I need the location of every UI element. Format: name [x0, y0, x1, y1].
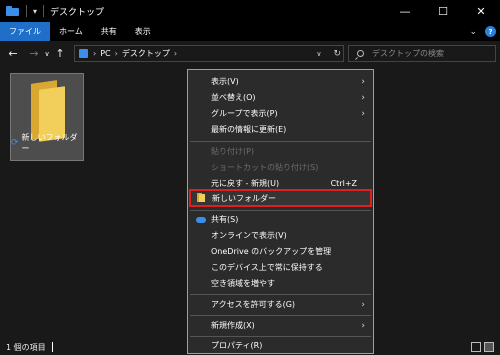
- forward-button[interactable]: →: [26, 47, 42, 60]
- breadcrumb-chevron-icon[interactable]: ›: [115, 49, 118, 58]
- menu-separator: [190, 336, 371, 337]
- menu-label: オンラインで表示(V): [211, 231, 287, 240]
- menu-separator: [190, 141, 371, 142]
- ribbon-expand-chevron-down-icon[interactable]: ⌄: [469, 27, 477, 37]
- menu-label: ショートカットの貼り付け(S): [211, 163, 319, 172]
- title-separator: [26, 5, 27, 17]
- menu-item-refresh[interactable]: 最新の情報に更新(E): [188, 122, 373, 137]
- menu-item-new-folder[interactable]: 新しいフォルダー: [189, 189, 372, 207]
- breadcrumb-pc[interactable]: PC: [100, 49, 110, 58]
- menu-label: アクセスを許可する(G): [211, 300, 296, 309]
- menu-label: プロパティ(R): [211, 341, 263, 350]
- menu-label: 新規作成(X): [211, 321, 255, 330]
- onedrive-cloud-icon: [196, 215, 206, 223]
- tab-view[interactable]: 表示: [126, 22, 160, 41]
- submenu-arrow-icon: ›: [361, 299, 365, 310]
- menu-item-view-online[interactable]: オンラインで表示(V): [188, 228, 373, 243]
- menu-separator: [190, 294, 371, 295]
- ribbon-tabs: ファイル ホーム 共有 表示 ⌄ ?: [0, 22, 500, 41]
- search-placeholder: デスクトップの検索: [372, 49, 444, 58]
- menu-label: このデバイス上で常に保持する: [211, 263, 323, 272]
- menu-label: グループで表示(P): [211, 109, 278, 118]
- submenu-arrow-icon: ›: [361, 92, 365, 103]
- menu-label: OneDrive のバックアップを管理: [211, 247, 332, 256]
- explorer-icon[interactable]: [0, 0, 19, 22]
- recent-locations-button[interactable]: ∨: [42, 50, 52, 58]
- menu-item-new[interactable]: 新規作成(X) ›: [188, 318, 373, 333]
- sync-status-icon: ⟳: [11, 138, 19, 148]
- navigation-bar: ← → ∨ ↑ › PC › デスクトップ › ∨ ↻ デスクトップの検索: [0, 41, 500, 66]
- submenu-arrow-icon: ›: [361, 108, 365, 119]
- menu-item-give-access[interactable]: アクセスを許可する(G) ›: [188, 297, 373, 312]
- up-button[interactable]: ↑: [52, 47, 68, 60]
- large-icons-view-icon[interactable]: [484, 342, 494, 352]
- menu-shortcut: Ctrl+Z: [330, 179, 357, 188]
- file-name: 新しいフォルダー: [21, 133, 78, 153]
- minimize-button[interactable]: —: [386, 0, 424, 22]
- window-title: デスクトップ: [50, 7, 105, 18]
- help-icon[interactable]: ?: [485, 26, 496, 37]
- menu-label: 貼り付け(P): [211, 147, 255, 156]
- folder-icon: [25, 80, 69, 142]
- item-count: 1 個の項目: [6, 342, 46, 352]
- close-button[interactable]: ✕: [462, 0, 500, 22]
- menu-label: 元に戻す - 新規(U): [211, 179, 280, 188]
- maximize-button[interactable]: ☐: [424, 0, 462, 22]
- menu-label: 空き領域を増やす: [211, 279, 275, 288]
- submenu-arrow-icon: ›: [361, 320, 365, 331]
- quick-access-dropdown-icon[interactable]: ▾: [33, 7, 37, 16]
- address-dropdown-button[interactable]: ∨: [316, 50, 321, 58]
- submenu-arrow-icon: ›: [361, 76, 365, 87]
- tab-home[interactable]: ホーム: [50, 22, 92, 41]
- menu-item-view[interactable]: 表示(V) ›: [188, 74, 373, 89]
- menu-item-paste: 貼り付け(P): [188, 144, 373, 159]
- menu-item-manage-onedrive-backup[interactable]: OneDrive のバックアップを管理: [188, 244, 373, 259]
- menu-item-free-up-space[interactable]: 空き領域を増やす: [188, 276, 373, 291]
- search-icon: [357, 50, 364, 57]
- address-bar[interactable]: › PC › デスクトップ › ∨ ↻: [74, 45, 344, 62]
- menu-item-share[interactable]: 共有(S): [188, 212, 373, 227]
- title-bar: ▾ デスクトップ — ☐ ✕: [0, 0, 500, 22]
- title-separator-2: [43, 5, 45, 17]
- menu-label: 表示(V): [211, 77, 239, 86]
- menu-separator: [190, 210, 371, 211]
- pc-icon: [79, 49, 88, 58]
- menu-label: 最新の情報に更新(E): [211, 125, 287, 134]
- menu-separator: [190, 315, 371, 316]
- details-view-icon[interactable]: [471, 342, 481, 352]
- menu-item-group[interactable]: グループで表示(P) ›: [188, 106, 373, 121]
- file-item-new-folder[interactable]: ⟳ 新しいフォルダー: [10, 73, 84, 161]
- status-separator: [51, 342, 53, 352]
- menu-item-always-keep[interactable]: このデバイス上で常に保持する: [188, 260, 373, 275]
- folder-icon: [197, 193, 206, 202]
- breadcrumb-desktop[interactable]: デスクトップ: [122, 48, 170, 59]
- search-box[interactable]: デスクトップの検索: [348, 45, 496, 62]
- breadcrumb-chevron-icon[interactable]: ›: [93, 49, 96, 58]
- tab-share[interactable]: 共有: [92, 22, 126, 41]
- menu-item-paste-shortcut: ショートカットの貼り付け(S): [188, 160, 373, 175]
- menu-label: 並べ替え(O): [211, 93, 256, 102]
- refresh-button[interactable]: ↻: [333, 49, 341, 59]
- menu-item-sort[interactable]: 並べ替え(O) ›: [188, 90, 373, 105]
- context-menu: 表示(V) › 並べ替え(O) › グループで表示(P) › 最新の情報に更新(…: [187, 69, 374, 354]
- menu-label: 共有(S): [211, 215, 239, 224]
- breadcrumb-chevron-icon[interactable]: ›: [174, 49, 177, 58]
- menu-item-properties[interactable]: プロパティ(R): [188, 338, 373, 353]
- tab-file[interactable]: ファイル: [0, 22, 50, 41]
- back-button[interactable]: ←: [5, 47, 21, 60]
- menu-label: 新しいフォルダー: [212, 193, 276, 203]
